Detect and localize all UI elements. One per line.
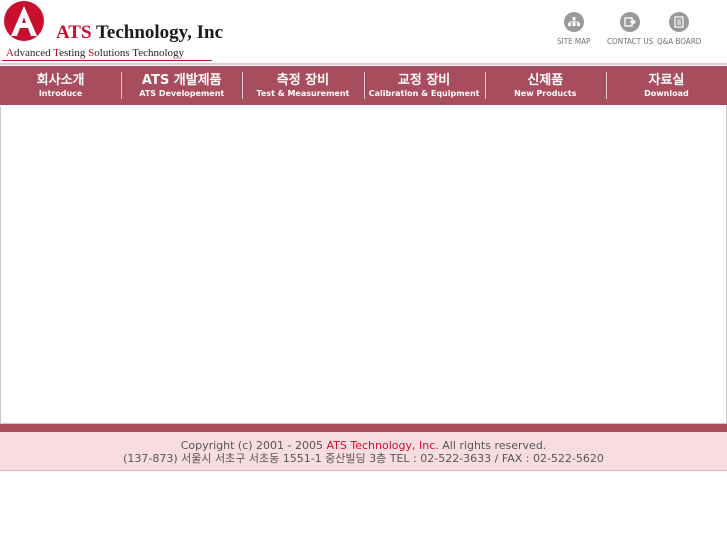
address-line: (137-873) 서울시 서초구 서초동 1551-1 중산빌딩 3층 TEL… — [123, 452, 604, 465]
nav-label-ko: ATS 개발제품 — [141, 72, 222, 88]
nav-item-download[interactable]: 자료실 Download — [605, 66, 727, 105]
logo-underline — [2, 60, 212, 61]
logo-title: ATS Technology, Inc — [56, 22, 224, 43]
sitemap-icon — [563, 12, 584, 32]
footer: Copyright (c) 2001 - 2005 ATS Technology… — [0, 432, 727, 471]
qa-board-link[interactable]: Q&A BOARD — [657, 12, 701, 46]
contact-us-link[interactable]: CONTACT US — [607, 12, 653, 46]
nav-item-calibration[interactable]: 교정 장비 Calibration & Equipment — [363, 66, 485, 105]
header-divider — [0, 63, 727, 65]
header: ATS Technology, Inc Advanced Testing Sol… — [0, 0, 727, 64]
contact-icon — [620, 12, 641, 32]
nav-label-ko: 측정 장비 — [276, 72, 330, 88]
company-logo[interactable]: ATS Technology, Inc Advanced Testing Sol… — [2, 0, 224, 62]
logo-tagline: Advanced Testing Solutions Technology — [6, 47, 185, 59]
nav-item-test-measurement[interactable]: 측정 장비 Test & Measurement — [242, 66, 363, 105]
nav-item-introduce[interactable]: 회사소개 Introduce — [0, 66, 121, 105]
main-nav: 회사소개 Introduce ATS 개발제품 ATS Developement… — [0, 66, 727, 105]
copyright-line: Copyright (c) 2001 - 2005 ATS Technology… — [180, 439, 547, 452]
nav-label-ko: 교정 장비 — [397, 72, 451, 88]
nav-label-en: Download — [644, 88, 689, 98]
site-map-link[interactable]: SITE MAP — [557, 12, 590, 46]
nav-label-ko: 자료실 — [648, 72, 685, 88]
board-icon — [669, 12, 690, 32]
nav-label-en: New Products — [514, 88, 577, 98]
contact-us-label: CONTACT US — [607, 37, 654, 46]
nav-label-ko: 회사소개 — [36, 72, 85, 88]
nav-item-ats-development[interactable]: ATS 개발제품 ATS Developement — [121, 66, 242, 105]
site-map-label: SITE MAP — [557, 37, 591, 46]
nav-item-new-products[interactable]: 신제품 New Products — [484, 66, 606, 105]
nav-label-ko: 신제품 — [527, 72, 564, 88]
nav-label-en: ATS Developement — [139, 88, 225, 98]
nav-label-en: Introduce — [38, 88, 83, 98]
logo-mark-icon — [4, 1, 44, 41]
footer-band — [0, 424, 727, 432]
nav-label-en: Calibration & Equipment — [368, 88, 480, 98]
company-link[interactable]: ATS Technology, Inc. — [327, 439, 439, 452]
main-content-area — [0, 106, 727, 424]
nav-label-en: Test & Measurement — [256, 88, 350, 98]
qa-board-label: Q&A BOARD — [657, 37, 702, 46]
